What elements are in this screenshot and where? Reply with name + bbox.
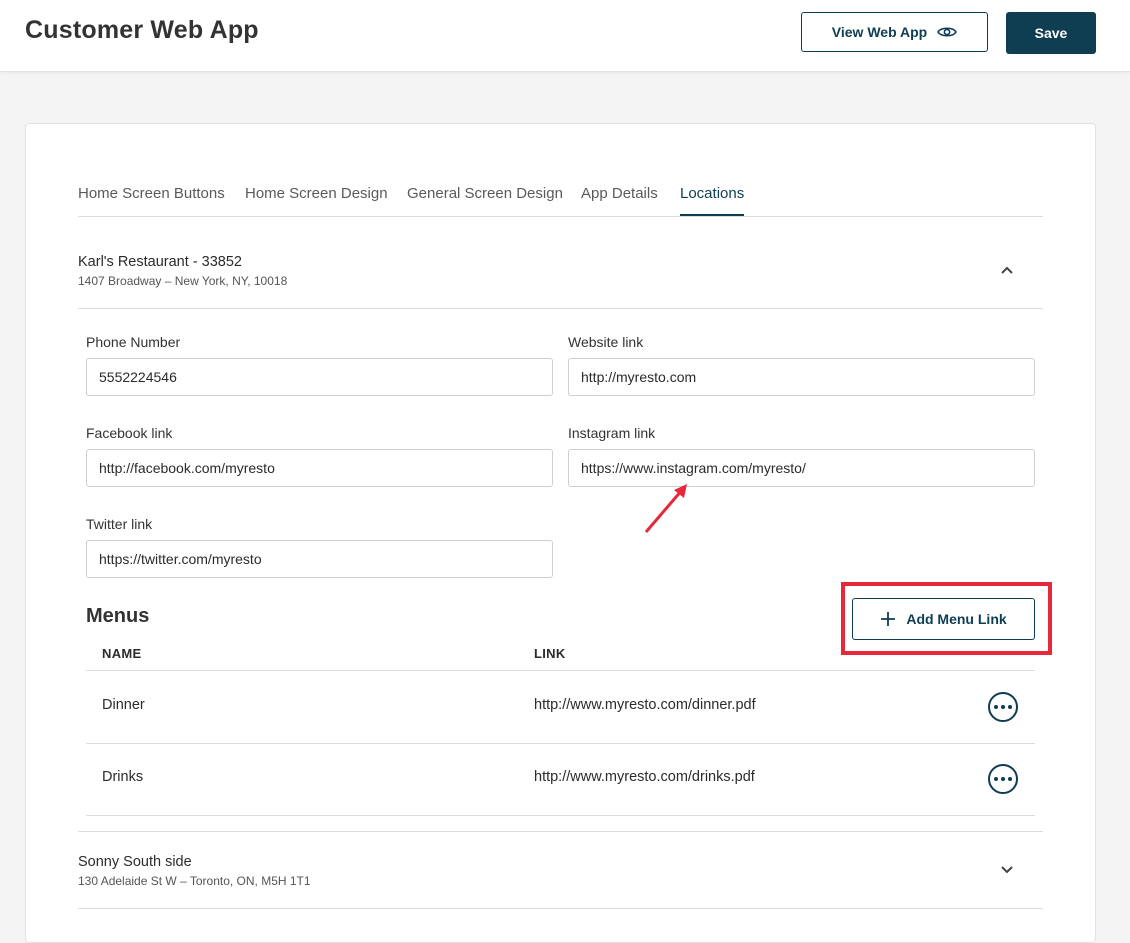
view-web-app-label: View Web App: [831, 24, 928, 40]
table-row: Drinks http://www.myresto.com/drinks.pdf: [86, 743, 1035, 816]
table-row: Dinner http://www.myresto.com/dinner.pdf: [86, 671, 1035, 744]
tab-home-screen-buttons[interactable]: Home Screen Buttons: [78, 185, 225, 214]
tab-general-screen-design[interactable]: General Screen Design: [407, 185, 563, 214]
add-menu-link-label: Add Menu Link: [906, 611, 1007, 627]
facebook-link-field[interactable]: [86, 449, 553, 487]
tab-app-details[interactable]: App Details: [581, 185, 658, 214]
menu-link: http://www.myresto.com/drinks.pdf: [534, 769, 755, 785]
menu-link: http://www.myresto.com/dinner.pdf: [534, 697, 756, 713]
phone-number-field[interactable]: [86, 358, 553, 396]
page-title: Customer Web App: [25, 16, 259, 44]
add-menu-link-button[interactable]: Add Menu Link: [852, 598, 1035, 640]
location-name: Sonny South side: [78, 854, 192, 870]
tab-locations[interactable]: Locations: [680, 185, 745, 216]
tab-home-screen-design[interactable]: Home Screen Design: [245, 185, 388, 214]
more-horizontal-icon: [994, 705, 998, 709]
tab-bar: Home Screen Buttons Home Screen Design G…: [78, 173, 1043, 217]
more-options-button[interactable]: [988, 692, 1018, 722]
instagram-link-label: Instagram link: [568, 425, 656, 441]
location-address: 130 Adelaide St W – Toronto, ON, M5H 1T1: [78, 874, 311, 888]
instagram-link-field[interactable]: [568, 449, 1035, 487]
location-name: Karl's Restaurant - 33852: [78, 254, 242, 270]
twitter-link-label: Twitter link: [86, 516, 153, 532]
phone-number-label: Phone Number: [86, 334, 181, 350]
menus-section-title: Menus: [86, 605, 150, 627]
more-options-button[interactable]: [988, 764, 1018, 794]
top-bar: Customer Web App View Web App Save: [0, 0, 1130, 72]
chevron-up-icon[interactable]: [999, 263, 1015, 279]
website-link-field[interactable]: [568, 358, 1035, 396]
more-horizontal-icon: [994, 777, 998, 781]
column-header-name: NAME: [102, 646, 142, 661]
chevron-down-icon[interactable]: [999, 861, 1015, 877]
website-link-label: Website link: [568, 334, 644, 350]
twitter-link-field[interactable]: [86, 540, 553, 578]
column-header-link: LINK: [534, 646, 566, 661]
menu-name: Drinks: [102, 769, 144, 785]
location-header-karls-restaurant[interactable]: Karl's Restaurant - 33852 1407 Broadway …: [78, 243, 1043, 309]
plus-icon: [880, 611, 896, 627]
save-button[interactable]: Save: [1006, 12, 1096, 54]
view-web-app-button[interactable]: View Web App: [801, 12, 988, 52]
menu-name: Dinner: [102, 697, 145, 713]
eye-icon: [937, 25, 958, 39]
location-address: 1407 Broadway – New York, NY, 10018: [78, 274, 288, 288]
location-header-sonny-south-side[interactable]: Sonny South side 130 Adelaide St W – Tor…: [78, 831, 1043, 909]
facebook-link-label: Facebook link: [86, 425, 173, 441]
